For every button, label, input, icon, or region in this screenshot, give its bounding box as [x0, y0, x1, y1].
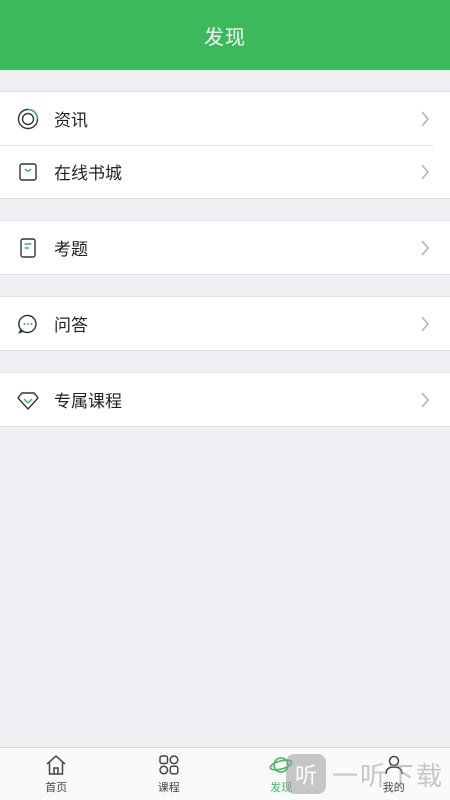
exam-paper-icon: [16, 236, 40, 260]
planet-icon: [269, 757, 293, 773]
tab-label: 我的: [382, 781, 405, 794]
menu-item-label: 在线书城: [54, 164, 122, 184]
shopping-bag-icon: [16, 160, 40, 184]
menu-item-news[interactable]: 资讯: [0, 92, 450, 145]
menu-item-exams[interactable]: 考题: [0, 221, 450, 274]
menu-item-exclusive-courses[interactable]: 专属课程: [0, 373, 450, 426]
diamond-icon: [16, 388, 40, 412]
top-bar: 发现: [0, 0, 450, 70]
menu-item-qa[interactable]: 问答: [0, 297, 450, 350]
menu-group-4: 专属课程: [0, 372, 450, 427]
menu-item-label: 专属课程: [54, 392, 122, 412]
home-icon: [46, 754, 66, 775]
tab-courses[interactable]: 课程: [113, 748, 226, 800]
menu-group-2: 考题: [0, 220, 450, 275]
menu-group-1: 资讯 在线书城: [0, 91, 450, 199]
bottom-tab-bar: 首页 课程 发现 我的: [0, 747, 450, 800]
page-title: 发现: [204, 24, 246, 49]
menu-item-label: 考题: [54, 240, 88, 260]
menu-group-3: 问答: [0, 296, 450, 351]
chevron-right-icon: [421, 239, 430, 256]
menu-item-label: 问答: [54, 316, 88, 336]
tab-label: 首页: [45, 781, 68, 794]
tab-label: 发现: [270, 781, 293, 794]
user-icon: [385, 755, 403, 775]
menu-item-bookstore[interactable]: 在线书城: [0, 145, 450, 198]
chat-bubble-icon: [16, 312, 40, 336]
tab-discover[interactable]: 发现: [225, 748, 338, 800]
grid-icon: [159, 755, 179, 775]
menu-item-label: 资讯: [54, 111, 88, 131]
tab-home[interactable]: 首页: [0, 748, 113, 800]
tab-label: 课程: [157, 781, 180, 794]
chevron-right-icon: [421, 391, 430, 408]
chevron-right-icon: [421, 163, 430, 180]
news-icon: [16, 107, 40, 131]
chevron-right-icon: [421, 315, 430, 332]
chevron-right-icon: [421, 110, 430, 127]
tab-mine[interactable]: 我的: [338, 748, 450, 800]
